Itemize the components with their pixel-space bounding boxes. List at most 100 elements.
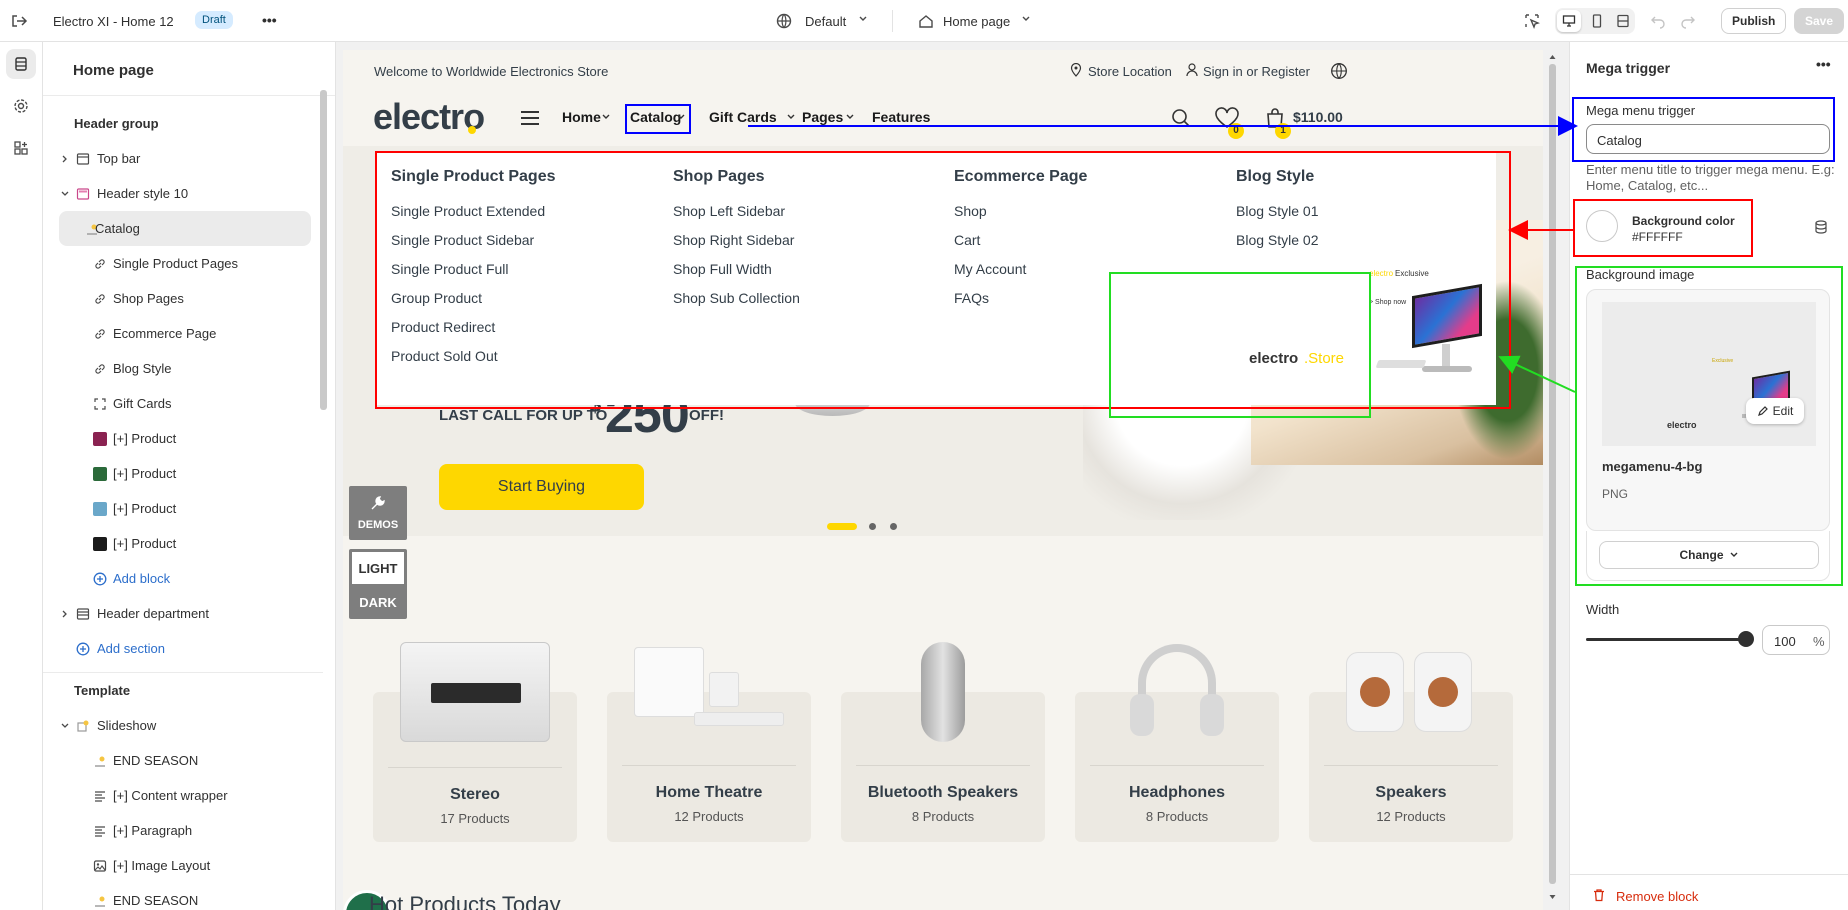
inspector-icon[interactable]	[1524, 13, 1540, 29]
frame-icon	[93, 397, 107, 411]
chevron-right-icon[interactable]	[60, 154, 70, 164]
store-location-link[interactable]: Store Location	[1088, 64, 1172, 79]
edit-image-button[interactable]: Edit	[1746, 398, 1804, 424]
redo-icon[interactable]	[1680, 13, 1696, 29]
block-end-season[interactable]: END SEASON	[43, 883, 323, 910]
section-header-style-10[interactable]: Header style 10	[43, 176, 323, 211]
block-ecommerce-page[interactable]: Ecommerce Page	[43, 316, 323, 351]
block-shop-pages[interactable]: Shop Pages	[43, 281, 323, 316]
mega-menu-link[interactable]: Single Product Extended	[391, 203, 651, 219]
gear-icon[interactable]	[6, 91, 36, 121]
section-top-bar[interactable]: Top bar	[43, 141, 323, 176]
category-count: 17 Products	[440, 811, 510, 826]
block-blog-style[interactable]: Blog Style	[43, 351, 323, 386]
sections-icon[interactable]	[6, 49, 36, 79]
mega-menu-link[interactable]: Product Sold Out	[391, 348, 651, 364]
remove-block-button[interactable]: Remove block	[1616, 889, 1698, 904]
mega-menu-link[interactable]: Blog Style 01	[1236, 203, 1476, 219]
block-product[interactable]: [+] Product	[43, 491, 323, 526]
slider-thumb[interactable]	[1738, 631, 1754, 647]
hamburger-icon[interactable]	[520, 110, 540, 126]
block-catalog[interactable]: Catalog	[59, 211, 311, 246]
mega-menu-link[interactable]: Shop	[954, 203, 1214, 219]
mega-menu-link[interactable]: FAQs	[954, 290, 1214, 306]
theme-selector[interactable]: Default	[805, 14, 846, 29]
text-align-icon	[93, 824, 107, 838]
light-mode-button[interactable]: LIGHT	[352, 552, 404, 584]
dark-mode-button[interactable]: DARK	[352, 587, 404, 617]
demos-button[interactable]: DEMOS	[349, 486, 407, 540]
add-section-button[interactable]: Add section	[43, 631, 323, 666]
section-header-department[interactable]: Header department	[43, 596, 323, 631]
block-gift-cards[interactable]: Gift Cards	[43, 386, 323, 421]
category-card[interactable]: Home Theatre 12 Products	[607, 647, 811, 842]
chevron-down-icon[interactable]	[60, 721, 70, 731]
slide-dot[interactable]	[890, 523, 897, 530]
mega-menu-link[interactable]: Single Product Full	[391, 261, 651, 277]
category-card[interactable]: Stereo 17 Products	[373, 642, 577, 842]
preview-scrollbar[interactable]	[1548, 52, 1557, 902]
desktop-view-icon[interactable]	[1557, 10, 1581, 32]
publish-button[interactable]: Publish	[1721, 8, 1787, 34]
mega-menu-trigger-input[interactable]: Catalog	[1586, 124, 1830, 154]
chevron-down-icon[interactable]	[60, 189, 70, 199]
mega-menu-link[interactable]: My Account	[954, 261, 1214, 277]
block-product[interactable]: [+] Product	[43, 526, 323, 561]
mega-menu-link[interactable]: Blog Style 02	[1236, 232, 1476, 248]
block-image-layout[interactable]: [+] Image Layout	[43, 848, 323, 883]
page-selector[interactable]: Home page	[943, 14, 1010, 29]
search-icon[interactable]	[1171, 108, 1191, 128]
block-end-season[interactable]: END SEASON	[43, 743, 323, 778]
block-single-product-pages[interactable]: Single Product Pages	[43, 246, 323, 281]
nav-home[interactable]: Home	[562, 109, 601, 125]
mega-menu-link[interactable]: Cart	[954, 232, 1214, 248]
section-slideshow[interactable]: Slideshow	[43, 708, 323, 743]
sign-in-link[interactable]: Sign in or Register	[1203, 64, 1310, 79]
more-actions-button[interactable]: •••	[1816, 56, 1831, 72]
nav-pages[interactable]: Pages	[802, 109, 843, 125]
mega-menu-link[interactable]: Single Product Sidebar	[391, 232, 651, 248]
change-image-button[interactable]: Change	[1599, 541, 1819, 569]
slide-dot-active[interactable]	[827, 523, 857, 530]
category-card[interactable]: Speakers 12 Products	[1309, 652, 1513, 842]
mega-menu: Single Product Pages Single Product Exte…	[376, 152, 1496, 405]
panel-scrollbar[interactable]	[320, 90, 327, 410]
more-actions-button[interactable]: •••	[262, 12, 277, 28]
mega-menu-link[interactable]: Group Product	[391, 290, 651, 306]
width-value-input[interactable]: 100 %	[1762, 625, 1830, 655]
product-thumbnail-icon	[93, 466, 107, 481]
mega-menu-link[interactable]: Shop Sub Collection	[673, 290, 933, 306]
nav-features[interactable]: Features	[872, 109, 930, 125]
exit-icon[interactable]	[10, 12, 28, 30]
color-swatch[interactable]	[1586, 210, 1618, 242]
block-product[interactable]: [+] Product	[43, 456, 323, 491]
mega-menu-link[interactable]: Shop Left Sidebar	[673, 203, 933, 219]
mega-menu-link[interactable]: Product Redirect	[391, 319, 651, 335]
chevron-right-icon[interactable]	[60, 609, 70, 619]
nav-gift-cards[interactable]: Gift Cards	[709, 109, 777, 125]
fullwidth-view-icon[interactable]	[1611, 10, 1635, 32]
apps-icon[interactable]	[6, 133, 36, 163]
save-button[interactable]: Save	[1794, 8, 1845, 34]
map-pin-icon	[1070, 63, 1082, 77]
undo-icon[interactable]	[1650, 13, 1666, 29]
globe-icon[interactable]	[1330, 62, 1348, 80]
mega-menu-column: Single Product Pages Single Product Exte…	[391, 168, 651, 364]
category-card[interactable]: Bluetooth Speakers 8 Products	[841, 642, 1045, 842]
slide-dot[interactable]	[869, 523, 876, 530]
mega-menu-promo-image[interactable]: electro Exclusive > Shop now electro .St…	[1237, 262, 1494, 402]
mega-menu-link[interactable]: Shop Right Sidebar	[673, 232, 933, 248]
sections-panel: Home page Header group Top bar Header st…	[43, 42, 336, 910]
mega-menu-link[interactable]: Shop Full Width	[673, 261, 933, 277]
start-buying-button[interactable]: Start Buying	[439, 464, 644, 510]
add-block-button[interactable]: Add block	[43, 561, 323, 596]
block-product[interactable]: [+] Product	[43, 421, 323, 456]
database-icon[interactable]	[1814, 220, 1828, 234]
nav-catalog[interactable]: Catalog	[630, 109, 681, 125]
block-paragraph[interactable]: [+] Paragraph	[43, 813, 323, 848]
block-content-wrapper[interactable]: [+] Content wrapper	[43, 778, 323, 813]
width-slider[interactable]	[1586, 631, 1754, 647]
category-card[interactable]: Headphones 8 Products	[1075, 644, 1279, 842]
mobile-view-icon[interactable]	[1585, 10, 1609, 32]
hero-suffix: OFF!	[689, 407, 724, 424]
